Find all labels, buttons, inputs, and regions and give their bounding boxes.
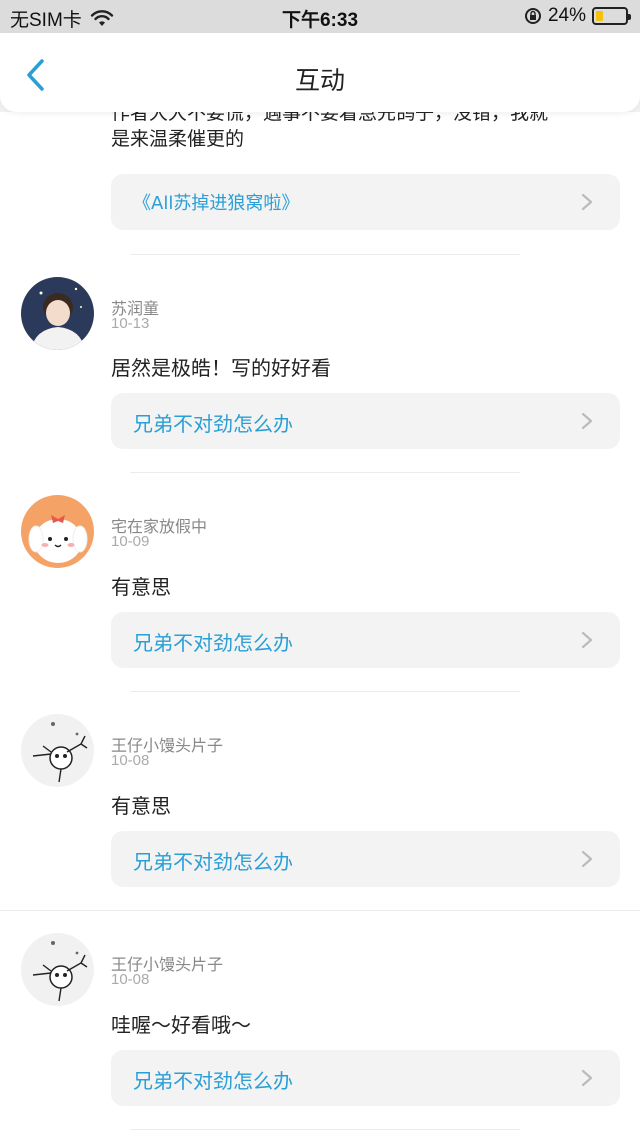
status-bar: 无SIM卡 下午6:33 24% bbox=[0, 0, 640, 33]
nav-header: 互动 bbox=[0, 33, 640, 112]
linked-story-card[interactable]: 《All苏掉进狼窝啦》 bbox=[111, 174, 620, 230]
divider bbox=[130, 254, 520, 255]
linked-story-title: 兄弟不对劲怎么办 bbox=[133, 850, 293, 874]
avatar[interactable] bbox=[21, 714, 94, 787]
comment-date: 10-09 bbox=[111, 533, 150, 550]
linked-story-title: 《All苏掉进狼窝啦》 bbox=[133, 193, 300, 214]
linked-story-card[interactable]: 兄弟不对劲怎么办 bbox=[111, 1050, 620, 1106]
avatar[interactable] bbox=[21, 277, 94, 350]
avatar[interactable] bbox=[21, 495, 94, 568]
comment-date: 10-13 bbox=[111, 315, 150, 332]
divider bbox=[130, 691, 520, 692]
chevron-right-icon bbox=[581, 1069, 593, 1087]
comment-text-line1: 作者大大不要慌，遇事不要着急先鸽子，没错，我就 bbox=[111, 112, 549, 124]
linked-story-title: 兄弟不对劲怎么办 bbox=[133, 1069, 293, 1093]
linked-story-card[interactable]: 兄弟不对劲怎么办 bbox=[111, 393, 620, 449]
comment-date: 10-08 bbox=[111, 971, 150, 988]
panda-sketch-avatar bbox=[21, 714, 94, 787]
linked-story-title: 兄弟不对劲怎么办 bbox=[133, 631, 293, 655]
page-title: 互动 bbox=[294, 66, 345, 95]
comment-text: 居然是极皓！写的好好看 bbox=[111, 356, 331, 380]
user-photo-avatar bbox=[21, 277, 94, 350]
comment-text: 作者大大不要慌，遇事不要着急先鸽子，没错，我就 是来温柔催更的 bbox=[111, 112, 621, 152]
comment-date: 10-08 bbox=[111, 752, 150, 769]
battery-percent: 24% bbox=[547, 5, 586, 26]
chevron-right-icon bbox=[581, 850, 593, 868]
panda-sketch-avatar bbox=[21, 933, 94, 1006]
comment-text-line2: 是来温柔催更的 bbox=[111, 128, 245, 150]
comment-text: 有意思 bbox=[111, 575, 171, 599]
cartoon-dog-avatar bbox=[21, 495, 94, 568]
chevron-right-icon bbox=[581, 193, 593, 211]
avatar[interactable] bbox=[21, 933, 94, 1006]
divider bbox=[0, 910, 640, 911]
battery-level bbox=[596, 11, 603, 21]
linked-story-card[interactable]: 兄弟不对劲怎么办 bbox=[111, 831, 620, 887]
chevron-right-icon bbox=[581, 631, 593, 649]
rotation-lock-icon bbox=[524, 8, 541, 24]
chevron-right-icon bbox=[581, 412, 593, 430]
divider bbox=[130, 1129, 520, 1130]
battery-icon bbox=[592, 7, 631, 25]
linked-story-title: 兄弟不对劲怎么办 bbox=[133, 412, 293, 436]
comment-list: 作者大大不要慌，遇事不要着急先鸽子，没错，我就 是来温柔催更的 《All苏掉进狼… bbox=[0, 112, 640, 1138]
comment-text: 哇喔～好看哦～ bbox=[111, 1013, 251, 1037]
comment-text: 有意思 bbox=[111, 794, 171, 818]
linked-story-card[interactable]: 兄弟不对劲怎么办 bbox=[111, 612, 620, 668]
divider bbox=[130, 472, 520, 473]
